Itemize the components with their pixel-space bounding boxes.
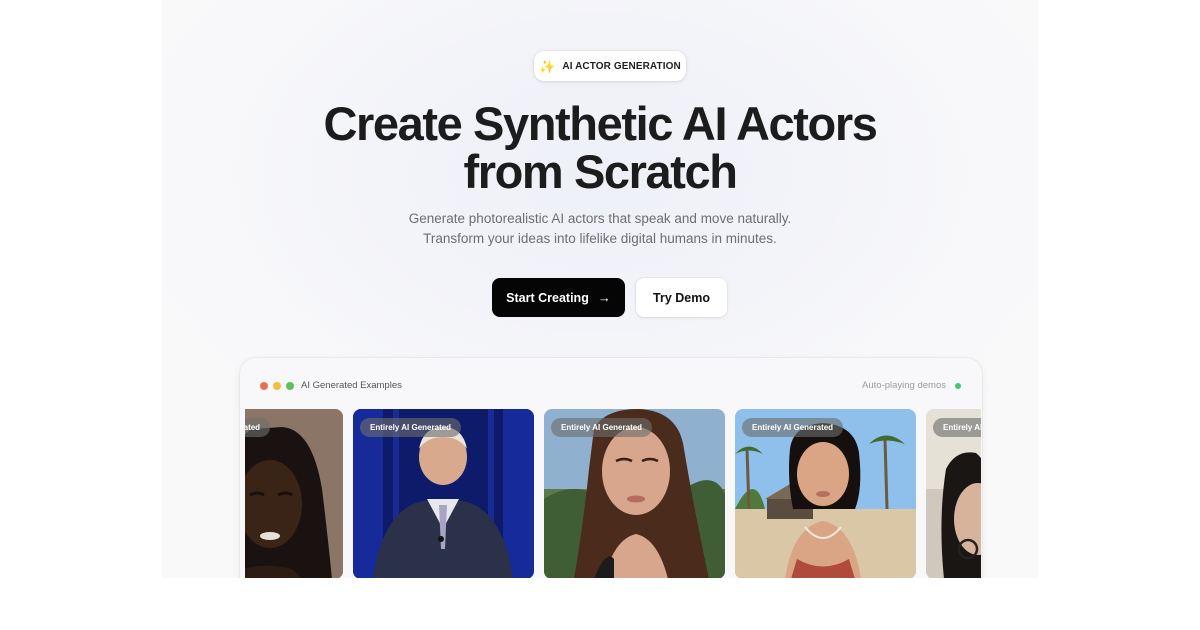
- examples-panel: AI Generated Examples Auto-playing demos…: [240, 358, 982, 578]
- ai-generated-tag: Entirely AI Generated: [551, 418, 653, 437]
- window-dot-green: [286, 382, 294, 390]
- ai-generated-tag: Entirely AI Generated: [933, 418, 981, 437]
- ai-generated-tag: Entirely AI Generated: [742, 418, 844, 437]
- page-title: Create Synthetic AI Actors from Scratch: [162, 100, 1038, 196]
- ai-generated-tag: Entirely AI Generated: [245, 418, 271, 437]
- ai-generated-tag: Entirely AI Generated: [360, 418, 462, 437]
- arrow-right-icon: →: [597, 290, 611, 305]
- examples-carousel[interactable]: Entirely AI Generated Entirely: [245, 409, 981, 578]
- window-dot-yellow: [273, 382, 281, 390]
- live-indicator-dot: [955, 383, 961, 389]
- sparkles-icon: ✨: [539, 58, 556, 74]
- try-demo-label: Try Demo: [653, 290, 710, 305]
- title-line-2: from Scratch: [463, 145, 738, 198]
- video-card[interactable]: Entirely AI Generated: [245, 409, 343, 578]
- try-demo-button[interactable]: Try Demo: [636, 278, 727, 317]
- autoplay-status: Auto-playing demos: [862, 380, 946, 391]
- examples-panel-title: AI Generated Examples: [301, 380, 402, 391]
- badge-label: AI ACTOR GENERATION: [562, 60, 681, 72]
- page-subtitle: Generate photorealistic AI actors that s…: [408, 211, 792, 246]
- hero-section: ✨ AI ACTOR GENERATION Create Synthetic A…: [162, 0, 1038, 578]
- video-card[interactable]: Entirely AI Generated: [353, 409, 534, 578]
- window-dot-red: [260, 382, 268, 390]
- category-badge: ✨ AI ACTOR GENERATION: [534, 51, 686, 81]
- video-card[interactable]: Entirely AI Generated: [735, 409, 916, 578]
- start-creating-button[interactable]: Start Creating →: [492, 278, 625, 317]
- examples-panel-header: AI Generated Examples Auto-playing demos: [240, 358, 982, 408]
- start-creating-label: Start Creating: [506, 290, 589, 305]
- video-card[interactable]: Entirely AI Generated: [926, 409, 981, 578]
- video-card[interactable]: Entirely AI Generated: [544, 409, 725, 578]
- title-line-1: Create Synthetic AI Actors: [323, 97, 877, 150]
